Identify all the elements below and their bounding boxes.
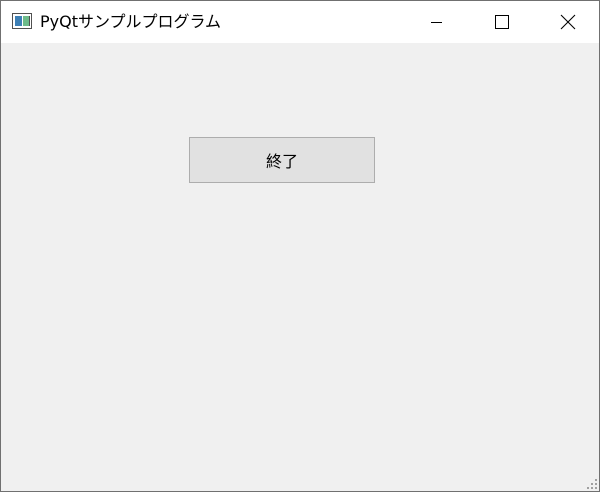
window-title: PyQtサンプルプログラム xyxy=(40,12,222,31)
minimize-button[interactable] xyxy=(403,1,469,43)
maximize-icon xyxy=(495,15,509,29)
close-icon xyxy=(560,14,576,30)
maximize-button[interactable] xyxy=(469,1,535,43)
app-window-icon[interactable] xyxy=(12,13,32,29)
app-window: PyQtサンプルプログラム 終了 xyxy=(0,0,600,492)
icon-pane-divider xyxy=(29,16,30,26)
close-button[interactable] xyxy=(535,1,599,43)
quit-button[interactable]: 終了 xyxy=(189,137,375,183)
title-bar[interactable]: PyQtサンプルプログラム xyxy=(1,1,599,43)
icon-pane-blue xyxy=(15,16,22,26)
resize-grip-icon[interactable] xyxy=(587,479,597,489)
minimize-icon xyxy=(431,22,442,23)
